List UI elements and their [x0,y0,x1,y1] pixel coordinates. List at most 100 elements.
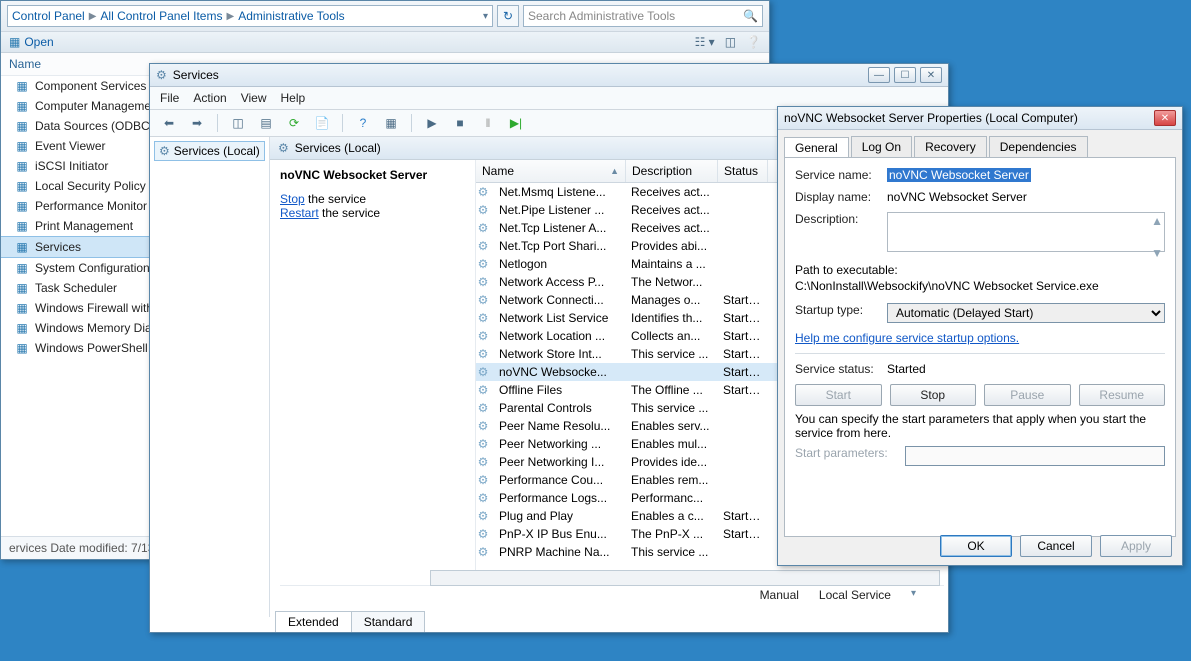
preview-pane-icon[interactable]: ◫ [725,35,736,49]
cell-status: Started [717,310,767,326]
col-status[interactable]: Status [718,160,768,182]
pause-service-button[interactable]: ‖ [477,113,499,133]
cell-status [717,209,767,211]
item-label: Performance Monitor [35,199,147,213]
dialog-titlebar: noVNC Websocket Server Properties (Local… [778,107,1182,130]
cell-description: Enables mul... [625,436,717,452]
menu-view[interactable]: View [241,91,267,105]
gear-icon: ⚙ [476,257,490,271]
apply-button[interactable]: Apply [1100,535,1172,557]
start-params-input[interactable] [905,446,1165,466]
tab-standard[interactable]: Standard [351,611,426,632]
admin-tool-item[interactable]: ▦Computer Management [1,96,170,116]
horizontal-scrollbar[interactable] [430,570,940,586]
shortcut-icon: ▦ [15,139,29,153]
admin-tool-item[interactable]: ▦Print Management [1,216,170,236]
hint-text: You can specify the start parameters tha… [795,412,1165,440]
pause-button[interactable]: Pause [984,384,1071,406]
admin-tool-item[interactable]: ▦Data Sources (ODBC) [1,116,170,136]
breadcrumb[interactable]: Control Panel▶ All Control Panel Items▶ … [7,5,493,27]
cell-status: Started [717,382,767,398]
menu-help[interactable]: Help [281,91,306,105]
gear-icon: ⚙ [476,203,490,217]
help-button[interactable]: ? [352,113,374,133]
open-button[interactable]: ▦ Open [9,35,54,49]
properties-button[interactable]: ▤ [255,113,277,133]
admin-tool-item[interactable]: ▦Services [1,236,170,258]
admin-tool-item[interactable]: ▦Task Scheduler [1,278,170,298]
admin-tool-item[interactable]: ▦Local Security Policy [1,176,170,196]
admin-tool-item[interactable]: ▦Windows Firewall with [1,298,170,318]
help-icon[interactable]: ❔ [746,35,761,49]
cell-status [717,191,767,193]
menu-file[interactable]: File [160,91,179,105]
shortcut-icon: ▦ [15,261,29,275]
breadcrumb-item[interactable]: Administrative Tools [238,9,345,23]
admin-tool-item[interactable]: ▦Component Services [1,76,170,96]
help-link[interactable]: Help me configure service startup option… [795,331,1019,345]
cell-description: Enables serv... [625,418,717,434]
maximize-button[interactable]: ☐ [894,67,916,83]
stop-service-button[interactable]: ■ [449,113,471,133]
breadcrumb-item[interactable]: All Control Panel Items [100,9,222,23]
refresh-button[interactable]: ⟳ [283,113,305,133]
start-button[interactable]: Start [795,384,882,406]
scroll-down-icon[interactable]: ▼ [1151,246,1163,260]
forward-button[interactable]: ➡ [186,113,208,133]
menu-action[interactable]: Action [193,91,226,105]
description-textarea[interactable] [887,212,1165,252]
breadcrumb-item[interactable]: Control Panel [12,9,85,23]
value-service-name[interactable]: noVNC Websocket Server [887,168,1031,182]
restart-service-button[interactable]: ▶| [505,113,527,133]
gear-icon: ⚙ [476,473,490,487]
dropdown-icon[interactable]: ▾ [483,11,488,22]
tree-services-local[interactable]: ⚙ Services (Local) [154,141,265,161]
cell-status [717,407,767,409]
admin-tool-item[interactable]: ▦System Configuration [1,258,170,278]
resume-button[interactable]: Resume [1079,384,1166,406]
admin-tool-item[interactable]: ▦ Performance Monitor [1,196,170,216]
search-placeholder: Search Administrative Tools [528,9,743,23]
cancel-button[interactable]: Cancel [1020,535,1092,557]
show-hide-tree-button[interactable]: ◫ [227,113,249,133]
scroll-up-icon[interactable]: ▲ [1151,214,1163,228]
admin-tool-item[interactable]: ▦Windows Memory Dia [1,318,170,338]
restart-link[interactable]: Restart [280,206,319,220]
start-service-button[interactable]: ▶ [421,113,443,133]
admin-tool-item[interactable]: ▦Windows PowerShell M [1,338,170,358]
col-description[interactable]: Description [626,160,718,182]
stop-button[interactable]: Stop [890,384,977,406]
tab-extended[interactable]: Extended [275,611,352,632]
cell-description: The Networ... [625,274,717,290]
ok-button[interactable]: OK [940,535,1012,557]
admin-tool-item[interactable]: ▦Event Viewer [1,136,170,156]
label-service-name: Service name: [795,168,887,182]
tab-recovery[interactable]: Recovery [914,136,987,157]
shortcut-icon: ▦ [15,219,29,233]
gear-icon: ⚙ [476,293,490,307]
stop-link[interactable]: Stop [280,192,305,206]
cell-description: The Offline ... [625,382,717,398]
col-name[interactable]: Name▲ [476,160,626,182]
tab-dependencies[interactable]: Dependencies [989,136,1088,157]
cell-status [717,497,767,499]
cell-name: Network Store Int... [493,346,625,362]
shortcut-icon: ▦ [15,119,29,133]
run-button[interactable]: ▦ [380,113,402,133]
close-button[interactable]: ✕ [1154,110,1176,126]
startup-type-select[interactable]: Automatic (Delayed Start) [887,303,1165,323]
view-icon[interactable]: ☷ ▾ [695,35,715,49]
tab-log-on[interactable]: Log On [851,136,912,157]
organize-bar: ▦ Open ☷ ▾ ◫ ❔ [1,32,769,53]
shortcut-icon: ▦ [15,199,29,213]
cell-description: This service ... [625,544,717,560]
minimize-button[interactable]: — [868,67,890,83]
search-input[interactable]: Search Administrative Tools 🔍 [523,5,763,27]
back-button[interactable]: ⬅ [158,113,180,133]
close-button[interactable]: ✕ [920,67,942,83]
export-button[interactable]: 📄 [311,113,333,133]
tab-general[interactable]: General [784,137,849,158]
refresh-button[interactable]: ↻ [497,5,519,27]
cell-status: Started [717,346,767,362]
admin-tool-item[interactable]: ▦iSCSI Initiator [1,156,170,176]
